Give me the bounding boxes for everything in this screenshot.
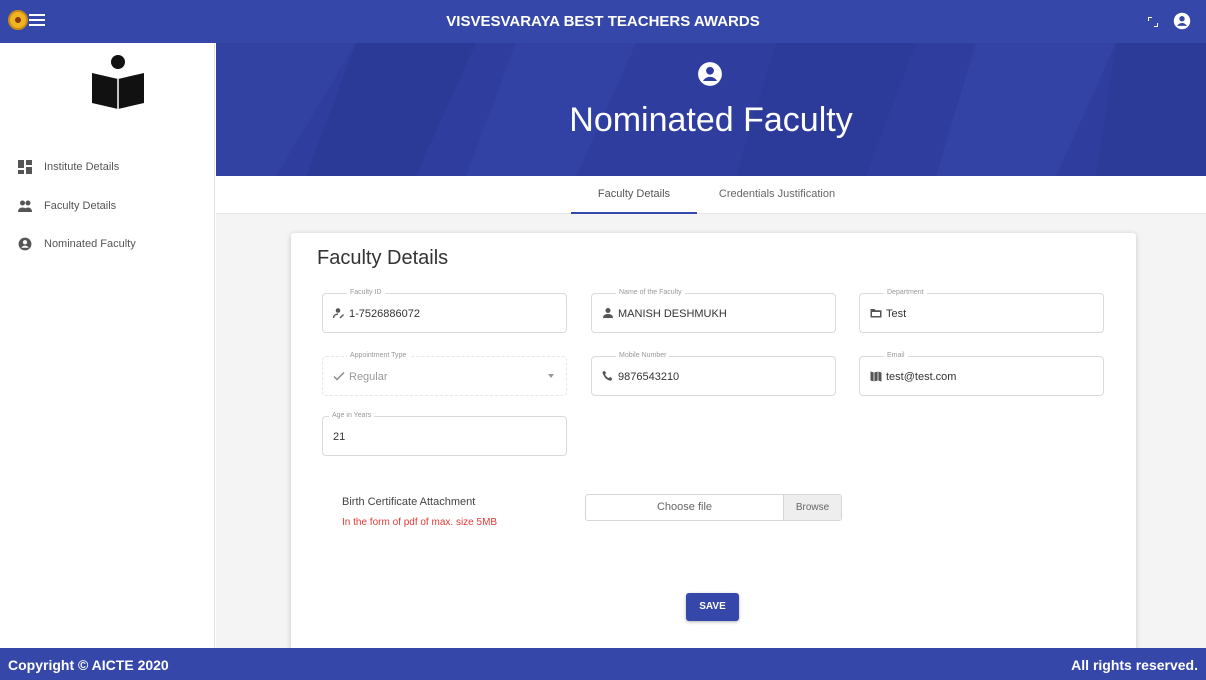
appointment-type-value: Regular [349,371,388,383]
field-label: Name of the Faculty [616,289,685,296]
birth-certificate-file-input[interactable]: Choose file Browse [585,494,842,521]
chevron-down-icon[interactable] [548,374,554,378]
email-value: test@test.com [886,371,957,383]
people-icon [18,199,32,213]
top-bar: VISVESVARAYA BEST TEACHERS AWARDS [0,0,1206,43]
tab-faculty-details[interactable]: Faculty Details [571,176,697,214]
mobile-number-field[interactable]: Mobile Number 9876543210 [591,352,836,396]
attachment-note: In the form of pdf of max. size 5MB [342,517,498,528]
phone-icon [602,370,613,381]
faculty-name-value: MANISH DESHMUKH [618,308,727,320]
copyright-text: Copyright © AICTE 2020 [8,657,169,673]
app-title: VISVESVARAYA BEST TEACHERS AWARDS [446,13,760,30]
save-button[interactable]: SAVE [686,593,739,621]
department-field[interactable]: Department Test [859,289,1104,333]
department-value: Test [886,308,907,320]
faculty-name-field[interactable]: Name of the Faculty MANISH DESHMUKH [591,289,836,333]
tab-bar: Faculty Details Credentials Justificatio… [216,176,1206,214]
sidebar: Institute Details Faculty Details Nomina… [0,43,215,648]
sidebar-item-institute-details[interactable]: Institute Details [0,153,215,181]
sidebar-item-label: Institute Details [44,161,120,173]
sidebar-item-label: Nominated Faculty [44,238,136,250]
sidebar-item-label: Faculty Details [44,200,117,212]
card-title: Faculty Details [317,247,449,269]
age-value: 21 [333,431,346,443]
map-icon [870,371,882,382]
field-label: Mobile Number [616,352,670,359]
attachment-label: Birth Certificate Attachment [342,496,476,508]
faculty-id-field[interactable]: Faculty ID 1-7526886072 [322,289,567,333]
rights-text: All rights reserved. [1071,657,1198,673]
appointment-type-select[interactable]: Appointment Type Regular [322,352,567,396]
folder-icon [870,309,882,318]
footer: Copyright © AICTE 2020 All rights reserv… [0,648,1206,680]
faculty-id-value: 1-7526886072 [349,308,420,320]
field-label: Age in Years [329,412,375,419]
dashboard-icon [18,160,32,174]
tab-credentials-justification[interactable]: Credentials Justification [707,176,847,214]
page-banner: Nominated Faculty [216,43,1206,176]
person-icon [603,308,613,318]
field-label: Appointment Type [347,352,410,359]
person-edit-icon [333,308,344,319]
field-label: Email [884,352,908,359]
page-title: Nominated Faculty [569,101,853,139]
mobile-number-value: 9876543210 [618,371,680,383]
fullscreen-icon[interactable] [1148,17,1158,27]
account-circle-icon [698,62,722,86]
sidebar-item-faculty-details[interactable]: Faculty Details [0,192,215,220]
account-circle-icon[interactable] [1173,12,1191,30]
check-icon [333,372,345,381]
browse-button[interactable]: Browse [783,495,841,520]
sidebar-item-nominated-faculty[interactable]: Nominated Faculty [0,230,215,258]
reader-logo-icon [92,55,144,109]
file-placeholder: Choose file [656,501,713,513]
account-circle-icon [18,237,32,251]
email-field[interactable]: Email test@test.com [859,352,1104,396]
field-label: Faculty ID [347,289,385,296]
age-field[interactable]: Age in Years 21 [322,412,567,456]
field-label: Department [884,289,927,296]
